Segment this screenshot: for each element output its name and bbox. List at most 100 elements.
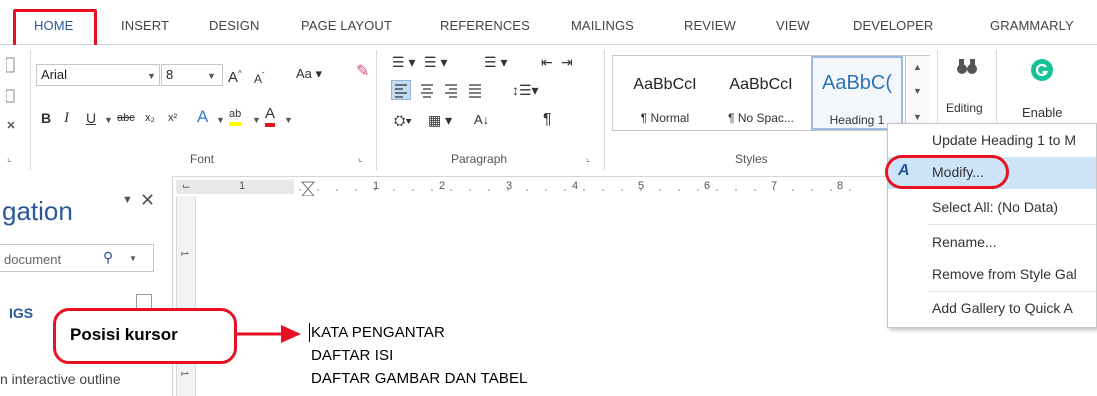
font-size-dropdown-icon[interactable]: ▼: [207, 71, 216, 81]
change-case-icon[interactable]: Aa ▾: [296, 64, 322, 84]
editing-button[interactable]: Editing: [944, 55, 992, 129]
highlight-color-icon[interactable]: ab: [229, 106, 242, 126]
underline-icon[interactable]: U: [86, 108, 96, 128]
text-effects-dropdown-icon[interactable]: ▼: [216, 115, 225, 125]
clear-formatting-icon[interactable]: ✎: [356, 62, 369, 82]
styles-group-label: Styles: [735, 152, 768, 166]
shrink-font-icon[interactable]: Aˇ: [254, 66, 265, 89]
font-color-dropdown-icon[interactable]: ▼: [284, 115, 293, 125]
justify-icon[interactable]: [466, 81, 484, 104]
font-launcher-icon[interactable]: ⌞: [358, 153, 363, 164]
group-separator: [604, 50, 605, 170]
text-cursor: [309, 323, 310, 342]
show-hide-pilcrow-icon[interactable]: ¶: [543, 110, 552, 130]
borders-icon[interactable]: ▦ ▾: [428, 110, 452, 130]
grammarly-enable-button[interactable]: Enable: [1010, 55, 1070, 129]
style-no-spacing-sample: AaBbCcI: [729, 76, 793, 93]
menu-remove-from-gallery[interactable]: Remove from Style Gal: [932, 266, 1077, 282]
clipboard-launcher-icon[interactable]: ⌞: [7, 153, 12, 164]
search-dropdown-icon[interactable]: ▼: [129, 254, 137, 263]
close-pane-icon[interactable]: ✕: [140, 190, 155, 211]
nav-tab-headings[interactable]: IGS: [9, 305, 33, 321]
nav-search-input[interactable]: document ⚲ ▼: [0, 244, 154, 272]
increase-indent-icon[interactable]: ⇥: [561, 52, 573, 72]
doc-line-daftar-gambar[interactable]: DAFTAR GAMBAR DAN TABEL: [311, 370, 528, 387]
align-left-icon: [395, 84, 407, 98]
vertical-ruler[interactable]: 1 1: [176, 196, 196, 396]
sort-icon[interactable]: A↓: [474, 110, 489, 130]
menu-rename[interactable]: Rename...: [932, 234, 997, 250]
tab-mailings[interactable]: MAILINGS: [571, 18, 634, 33]
menu-select-all[interactable]: Select All: (No Data): [932, 199, 1058, 215]
strikethrough-icon[interactable]: abc: [117, 108, 135, 128]
callout-text: Posisi kursor: [70, 325, 178, 344]
gallery-more-icon[interactable]: ▼: [913, 112, 922, 122]
paragraph-launcher-icon[interactable]: ⌞: [586, 153, 591, 164]
pane-options-icon[interactable]: ▼: [122, 194, 133, 206]
doc-line-daftar-isi[interactable]: DAFTAR ISI: [311, 347, 393, 364]
text-effects-icon[interactable]: A: [197, 107, 208, 127]
ruler-number: 3: [506, 180, 513, 192]
numbering-icon[interactable]: ☰ ▾: [424, 52, 447, 72]
tab-developer[interactable]: DEVELOPER: [853, 18, 933, 33]
bold-icon[interactable]: B: [41, 108, 51, 128]
font-family-value: Arial: [41, 67, 68, 82]
clipboard-icons[interactable]: [5, 56, 26, 146]
style-normal[interactable]: AaBbCcI ¶ Normal: [617, 56, 713, 130]
style-no-spacing[interactable]: AaBbCcI ¶ No Spac...: [713, 56, 809, 130]
tab-insert[interactable]: INSERT: [121, 18, 169, 33]
navigation-pane-title: gation: [2, 196, 73, 226]
tab-stop-icon[interactable]: ⌙: [182, 181, 190, 192]
style-heading-1-sample: AaBbC(: [821, 72, 893, 94]
font-group-label: Font: [190, 152, 215, 166]
home-tab-highlight-box: [13, 9, 97, 48]
gallery-up-icon[interactable]: ▲: [913, 62, 922, 72]
font-color-icon[interactable]: A: [265, 105, 276, 127]
ruler-number: 8: [837, 180, 844, 192]
grammarly-enable-label: Enable: [1022, 105, 1063, 120]
ruler-number: 4: [572, 180, 579, 192]
tab-view[interactable]: VIEW: [776, 18, 810, 33]
styles-gallery: AaBbCcI ¶ Normal AaBbCcI ¶ No Spac... Aa…: [612, 55, 930, 131]
tab-page-layout[interactable]: PAGE LAYOUT: [301, 18, 392, 33]
decrease-indent-icon[interactable]: ⇤: [541, 52, 553, 72]
tab-design[interactable]: DESIGN: [209, 18, 259, 33]
align-left-button[interactable]: [391, 80, 411, 100]
menu-update-heading[interactable]: Update Heading 1 to M: [932, 132, 1076, 148]
font-family-dropdown-icon[interactable]: ▼: [147, 71, 156, 81]
align-center-icon[interactable]: [418, 81, 436, 104]
group-separator: [376, 50, 377, 170]
italic-icon[interactable]: I: [64, 108, 69, 128]
nav-pane-hint-text: n interactive outline: [0, 371, 121, 387]
editing-label: Editing: [946, 101, 983, 115]
style-heading-1[interactable]: AaBbC( Heading 1: [811, 56, 903, 130]
paragraph-group-label: Paragraph: [451, 152, 508, 166]
vruler-number: 1: [178, 370, 190, 377]
search-icon[interactable]: ⚲: [103, 249, 113, 266]
gallery-down-icon[interactable]: ▼: [913, 86, 922, 96]
ruler-number: 7: [771, 180, 778, 192]
ruler-number: 1: [373, 180, 380, 192]
subscript-icon[interactable]: x₂: [145, 108, 155, 128]
superscript-icon[interactable]: x²: [168, 108, 177, 128]
underline-dropdown-icon[interactable]: ▼: [104, 115, 113, 125]
bullets-icon[interactable]: ☰ ▾: [392, 52, 415, 72]
menu-add-to-quick-access[interactable]: Add Gallery to Quick A: [932, 300, 1073, 316]
modify-highlight-ellipse: [885, 155, 1009, 189]
tab-review[interactable]: REVIEW: [684, 18, 736, 33]
highlight-dropdown-icon[interactable]: ▼: [252, 115, 261, 125]
vruler-number: 1: [178, 250, 190, 257]
clipboard-group-partial: [5, 56, 26, 146]
ribbon-tab-bar: HOME INSERT DESIGN PAGE LAYOUT REFERENCE…: [0, 0, 1097, 45]
gallery-scroll[interactable]: ▲ ▼ ▼: [905, 56, 930, 130]
style-context-menu: Update Heading 1 to M A Modify... Select…: [885, 123, 1097, 328]
doc-line-kata-pengantar[interactable]: KATA PENGANTAR: [311, 324, 445, 341]
multilevel-list-icon[interactable]: ☰ ▾: [484, 52, 507, 72]
tab-references[interactable]: REFERENCES: [440, 18, 530, 33]
tab-grammarly[interactable]: GRAMMARLY: [990, 18, 1074, 33]
grow-font-icon[interactable]: A^: [228, 64, 242, 88]
line-spacing-icon[interactable]: ↕☰▾: [512, 80, 539, 100]
font-family-select[interactable]: Arial: [36, 64, 160, 86]
align-right-icon[interactable]: [442, 81, 460, 104]
shading-icon[interactable]: ⛭▾: [394, 110, 412, 130]
